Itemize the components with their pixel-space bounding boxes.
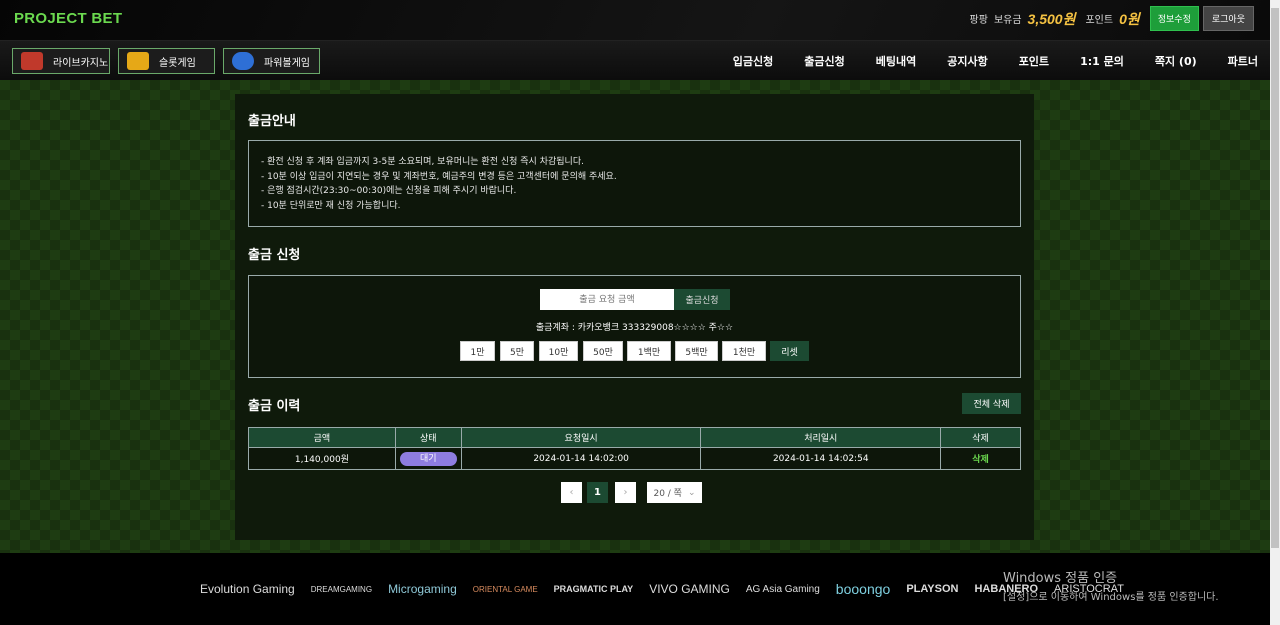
footer: Evolution Gaming DREAMGAMING Microgaming…	[0, 553, 1270, 625]
user-info: 팡팡 보유금 3,500원 포인트 0원 정보수정 로그아웃	[969, 6, 1254, 31]
game-live-casino-button[interactable]: 라이브카지노	[12, 48, 110, 74]
history-table: 금액 상태 요청일시 처리일시 삭제 1,140,000원 대기 2024-01…	[248, 427, 1021, 470]
slot-machine-icon	[127, 52, 149, 70]
main-menu: 입금신청 출금신청 베팅내역 공지사항 포인트 1:1 문의 쪽지 (0) 파트…	[702, 53, 1258, 69]
notice-line: - 은행 점검시간(23:30~00:30)에는 신청을 피해 주시기 바랍니다…	[261, 186, 517, 196]
provider-logo: DREAMGAMING	[310, 584, 373, 594]
nav-notice[interactable]: 공지사항	[947, 53, 987, 69]
game-label: 파워볼게임	[264, 57, 310, 69]
provider-logo: ORIENTAL GAME	[472, 584, 538, 594]
quick-amount-button[interactable]: 1천만	[722, 341, 766, 361]
quick-amount-button[interactable]: 5백만	[675, 341, 718, 361]
notice-box: - 환전 신청 후 계좌 입금까지 3-5분 소요되며, 보유머니는 환전 신청…	[248, 140, 1021, 227]
nav-withdraw[interactable]: 출금신청	[804, 53, 844, 69]
history-title: 출금 이력	[248, 399, 301, 414]
notice-line: - 10분 이상 입금이 지연되는 경우 및 계좌번호, 예금주의 변경 등은 …	[261, 171, 617, 182]
point-label: 포인트	[1085, 15, 1114, 26]
nav-partner[interactable]: 파트너	[1228, 53, 1258, 69]
amount-input[interactable]	[540, 289, 674, 310]
quick-amount-button[interactable]: 1백만	[627, 341, 671, 361]
col-requested: 요청일시	[460, 427, 702, 448]
table-row: 1,140,000원 대기 2024-01-14 14:02:00 2024-0…	[248, 447, 1021, 470]
quick-amount-button[interactable]: 5만	[500, 341, 534, 361]
nav-deposit[interactable]: 입금신청	[733, 53, 773, 69]
cell-delete: 삭제	[940, 447, 1021, 470]
provider-logo: PLAYSON	[906, 583, 959, 595]
nav-point[interactable]: 포인트	[1019, 53, 1049, 69]
nav-message[interactable]: 쪽지 (0)	[1155, 53, 1197, 69]
account-info: 출금계좌 : 카카오뱅크 333329008☆☆☆☆ 주☆☆	[535, 323, 734, 333]
username: 팡팡	[969, 15, 988, 26]
point-value: 0원	[1119, 10, 1140, 27]
quick-amount-button[interactable]: 50만	[583, 341, 623, 361]
col-processed: 처리일시	[700, 427, 942, 448]
provider-logo: Microgaming	[388, 582, 457, 596]
nav-bet-history[interactable]: 베팅내역	[876, 53, 916, 69]
col-delete: 삭제	[940, 427, 1021, 448]
game-label: 라이브카지노	[53, 57, 109, 69]
notice-line: - 10분 단위로만 재 신청 가능합니다.	[261, 200, 401, 211]
page-size-select[interactable]: 20 / 쪽 ⌄	[647, 482, 702, 503]
request-box: 출금신청 출금계좌 : 카카오뱅크 333329008☆☆☆☆ 주☆☆ 1만 5…	[248, 275, 1021, 378]
nav-inquiry[interactable]: 1:1 문의	[1080, 53, 1124, 69]
notice-title: 출금안내	[248, 114, 296, 129]
cell-amount: 1,140,000원	[248, 447, 396, 470]
withdraw-submit-button[interactable]: 출금신청	[674, 289, 730, 310]
prev-page-button[interactable]: ‹	[561, 482, 582, 503]
cell-status: 대기	[394, 447, 462, 470]
page-size-value: 20 / 쪽	[653, 489, 682, 499]
balance-value: 3,500원	[1027, 10, 1076, 27]
provider-logo: booongo	[835, 581, 891, 597]
logout-button[interactable]: 로그아웃	[1202, 6, 1254, 31]
game-label: 슬롯게임	[159, 57, 196, 69]
game-slot-button[interactable]: 슬롯게임	[118, 48, 215, 74]
reset-button[interactable]: 리셋	[770, 341, 809, 361]
powerball-icon	[232, 52, 254, 70]
cell-processed: 2024-01-14 14:02:54	[700, 447, 942, 470]
delete-all-button[interactable]: 전체 삭제	[962, 393, 1021, 414]
provider-logos: Evolution Gaming DREAMGAMING Microgaming…	[200, 581, 1140, 597]
provider-logo: PRAGMATIC PLAY	[553, 584, 634, 594]
provider-logo: VIVO GAMING	[649, 582, 730, 596]
next-page-button[interactable]: ›	[615, 482, 636, 503]
notice-line: - 환전 신청 후 계좌 입금까지 3-5분 소요되며, 보유머니는 환전 신청…	[261, 157, 584, 167]
provider-logo: Evolution Gaming	[200, 582, 295, 596]
request-title: 출금 신청	[248, 248, 301, 263]
windows-activation-watermark: Windows 정품 인증 [설정]으로 이동하여 Windows를 정품 인증…	[1003, 567, 1219, 603]
withdraw-panel: 출금안내 - 환전 신청 후 계좌 입금까지 3-5분 소요되며, 보유머니는 …	[235, 94, 1034, 540]
provider-logo: AG Asia Gaming	[745, 583, 820, 595]
balance-label: 보유금	[993, 15, 1022, 26]
watermark-title: Windows 정품 인증	[1003, 571, 1118, 586]
current-page[interactable]: 1	[587, 482, 608, 503]
quick-amount-button[interactable]: 1만	[460, 341, 495, 361]
scrollbar-thumb[interactable]	[1271, 8, 1279, 548]
watermark-subtitle: [설정]으로 이동하여 Windows를 정품 인증합니다.	[1003, 592, 1219, 603]
game-powerball-button[interactable]: 파워볼게임	[223, 48, 320, 74]
top-bar: PROJECT BET 팡팡 보유금 3,500원 포인트 0원 정보수정 로그…	[0, 0, 1270, 40]
casino-chips-icon	[21, 52, 43, 70]
quick-amount-button[interactable]: 10만	[539, 341, 578, 361]
status-badge: 대기	[399, 451, 457, 466]
col-status: 상태	[394, 427, 462, 448]
cell-requested: 2024-01-14 14:02:00	[460, 447, 702, 470]
edit-profile-button[interactable]: 정보수정	[1149, 6, 1199, 31]
table-header-row: 금액 상태 요청일시 처리일시 삭제	[248, 427, 1021, 448]
chevron-down-icon: ⌄	[687, 487, 696, 498]
main-background: 출금안내 - 환전 신청 후 계좌 입금까지 3-5분 소요되며, 보유머니는 …	[0, 80, 1270, 553]
nav-bar: 라이브카지노 슬롯게임 파워볼게임 입금신청 출금신청 베팅내역 공지사항 포인…	[0, 40, 1270, 80]
delete-link[interactable]: 삭제	[972, 455, 989, 465]
site-logo[interactable]: PROJECT BET	[14, 10, 122, 27]
col-amount: 금액	[248, 427, 396, 448]
